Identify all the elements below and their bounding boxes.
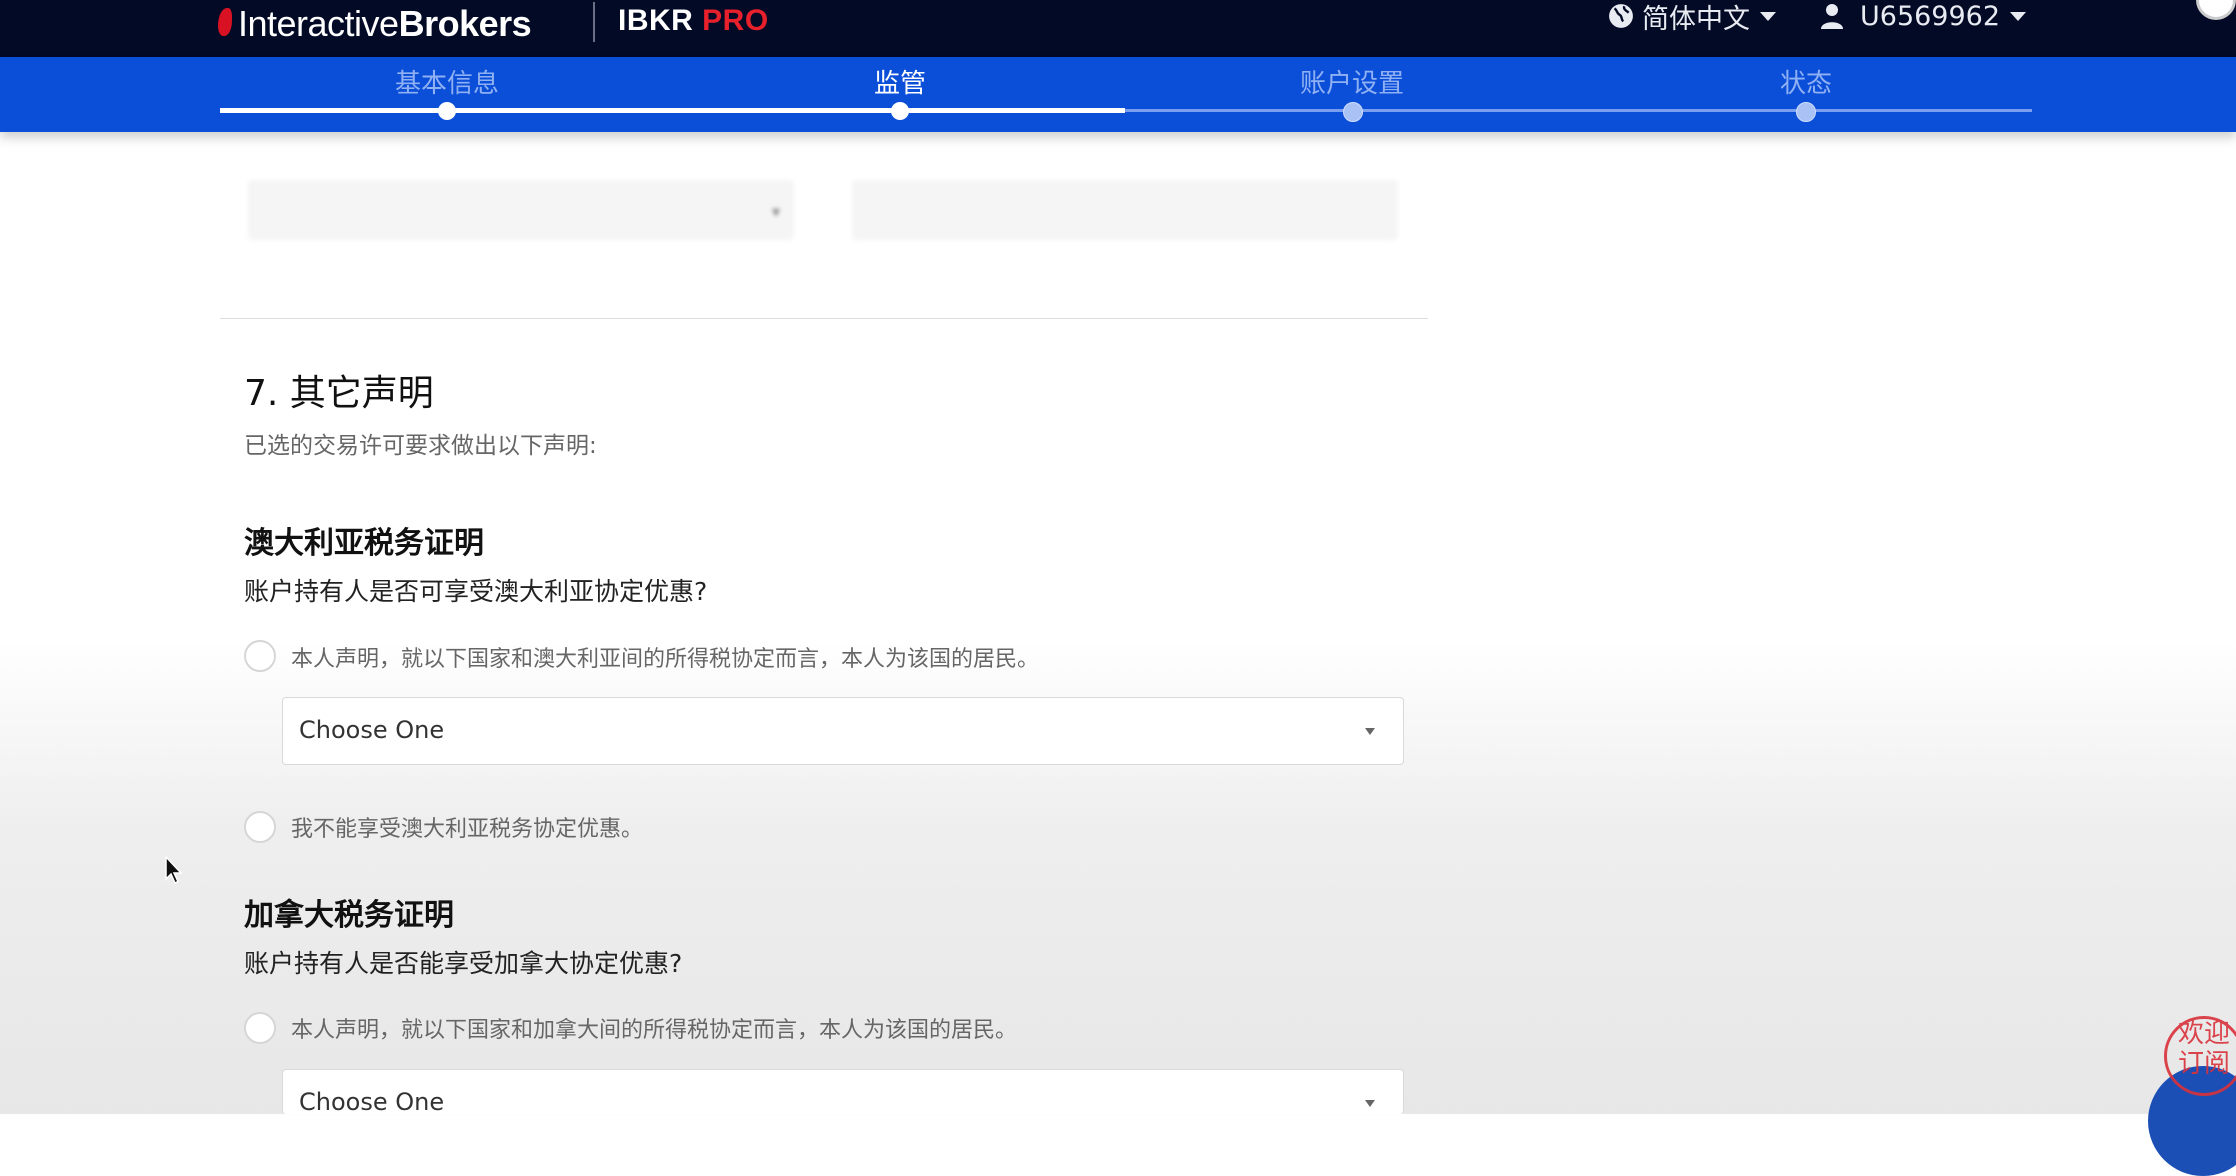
product-name: IBKR PRO <box>618 4 769 37</box>
person-icon <box>1821 4 1843 29</box>
step-dot-regulatory <box>891 102 909 120</box>
user-menu[interactable]: U6569962 <box>1820 0 2027 32</box>
brand-flame-icon <box>218 8 232 36</box>
step-regulatory[interactable]: 监管 <box>874 63 926 100</box>
mouse-cursor-icon <box>165 855 183 885</box>
australia-country-select[interactable]: Choose One <box>282 697 1404 765</box>
chevron-down-icon: ▾ <box>771 202 780 221</box>
logo-text: InteractiveBrokers <box>238 3 532 44</box>
caret-down-icon <box>1365 728 1375 735</box>
australia-tax-heading: 澳大利亚税务证明 <box>244 526 484 561</box>
step-basic-info[interactable]: 基本信息 <box>395 63 499 100</box>
australia-not-eligible-label[interactable]: 我不能享受澳大利亚税务协定优惠。 <box>291 811 643 843</box>
section-divider <box>220 318 1428 319</box>
step-dot-status <box>1796 102 1816 122</box>
section-title: 7. 其它声明 <box>244 373 434 414</box>
globe-icon <box>1609 4 1633 28</box>
caret-down-icon <box>2010 11 2027 21</box>
previous-id-field[interactable] <box>852 180 1398 240</box>
australia-resident-label[interactable]: 本人声明，就以下国家和澳大利亚间的所得税协定而言，本人为该国的居民。 <box>291 641 1039 673</box>
application-progress-bar: 基本信息 监管 账户设置 状态 <box>0 57 2236 132</box>
canada-tax-heading: 加拿大税务证明 <box>244 898 454 933</box>
australia-not-eligible-radio[interactable] <box>244 811 276 843</box>
step-dot-basic-info <box>438 102 456 120</box>
language-label: 简体中文 <box>1642 3 1750 35</box>
language-selector[interactable]: 简体中文 <box>1608 0 1776 35</box>
canada-country-select[interactable]: Choose One <box>282 1069 1404 1116</box>
section-subtitle: 已选的交易许可要求做出以下声明: <box>244 433 597 459</box>
step-dot-account-settings <box>1343 102 1363 122</box>
step-status[interactable]: 状态 <box>1780 63 1832 100</box>
canada-question: 账户持有人是否能享受加拿大协定优惠? <box>244 949 683 978</box>
step-account-settings[interactable]: 账户设置 <box>1300 63 1404 100</box>
user-id: U6569962 <box>1860 0 2001 32</box>
top-navigation-bar: InteractiveBrokers IBKR PRO 简体中文 U656996… <box>0 0 2236 57</box>
select-value: Choose One <box>299 716 445 744</box>
progress-track-complete <box>220 108 1125 113</box>
interactive-brokers-logo[interactable]: InteractiveBrokers <box>218 2 532 46</box>
caret-down-icon <box>1365 1100 1375 1107</box>
select-value: Choose One <box>299 1088 445 1116</box>
caret-down-icon <box>1760 11 1776 21</box>
logo-divider <box>593 2 595 42</box>
canada-resident-label[interactable]: 本人声明，就以下国家和加拿大间的所得税协定而言，本人为该国的居民。 <box>291 1012 1017 1044</box>
previous-country-select[interactable]: ▾ <box>248 180 794 240</box>
canada-resident-radio[interactable] <box>244 1012 276 1044</box>
australia-question: 账户持有人是否可享受澳大利亚协定优惠? <box>244 577 708 606</box>
australia-resident-radio[interactable] <box>244 640 276 672</box>
subscribe-stamp-watermark: 欢迎 订阅 <box>2164 1016 2236 1096</box>
